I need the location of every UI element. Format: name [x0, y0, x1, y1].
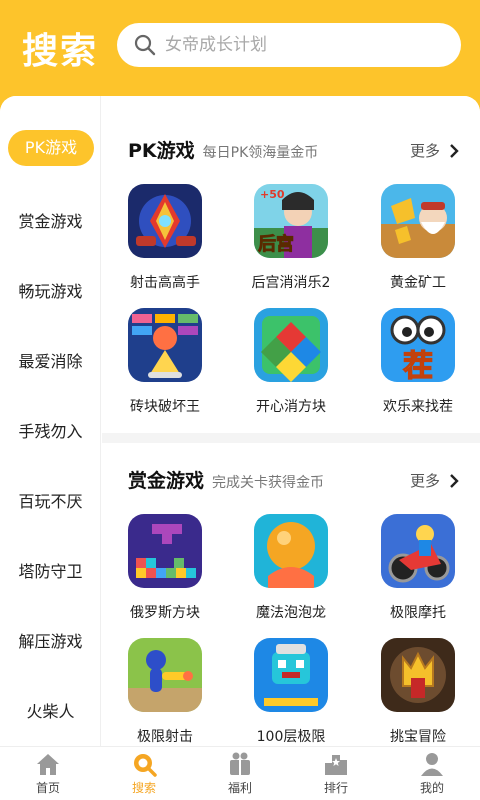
- game-name: 欢乐来找茬: [383, 399, 453, 415]
- section-header: 赏金游戏 完成关卡获得金币: [128, 466, 324, 496]
- search-icon: [134, 34, 156, 56]
- more-button[interactable]: 更多: [410, 470, 460, 491]
- game-card[interactable]: 俄罗斯方块: [110, 514, 220, 622]
- sidebar-item-tower-defense[interactable]: 塔防守卫: [0, 558, 101, 582]
- page-title: 搜索: [22, 31, 99, 72]
- game-card[interactable]: 黄金矿工: [363, 184, 473, 292]
- tab-label: 福利: [227, 781, 252, 795]
- game-name: 射击高高手: [130, 275, 200, 291]
- sidebar-item-hard[interactable]: 手残勿入: [0, 418, 101, 442]
- brick-breaker-icon: [128, 308, 202, 382]
- section-divider: [102, 433, 480, 443]
- section-title: 赏金游戏: [128, 470, 205, 492]
- sidebar-item-casual[interactable]: 畅玩游戏: [0, 278, 101, 302]
- bottom-tab-bar: 首页 搜索 福利 排行 我的: [0, 746, 480, 800]
- game-name: 开心消方块: [256, 399, 326, 415]
- tab-label: 我的: [419, 781, 444, 795]
- sidebar-item-relax[interactable]: 解压游戏: [0, 628, 101, 652]
- chevron-right-icon: [450, 473, 459, 488]
- section-subtitle: 每日PK领海量金币: [202, 145, 319, 161]
- game-card[interactable]: 开心消方块: [236, 308, 346, 416]
- tab-home[interactable]: 首页: [13, 749, 83, 796]
- tab-search[interactable]: 搜索: [109, 749, 179, 796]
- game-card[interactable]: 魔法泡泡龙: [236, 514, 346, 622]
- game-name: 魔法泡泡龙: [256, 605, 326, 621]
- game-name: 挑宝冒险: [390, 729, 446, 745]
- sidebar-item-match[interactable]: 最爱消除: [0, 348, 101, 372]
- game-name: 俄罗斯方块: [130, 605, 200, 621]
- game-name: 100层极限: [256, 729, 326, 745]
- spot-difference-glyph: 茬: [403, 349, 433, 382]
- game-card[interactable]: 100层极限: [236, 638, 346, 746]
- sidebar-item-bounty[interactable]: 赏金游戏: [0, 208, 101, 232]
- bubble-icon: [254, 514, 328, 588]
- section-header: PK游戏 每日PK领海量金币: [128, 136, 318, 166]
- section-title: PK游戏: [128, 140, 195, 162]
- tetris-icon: [128, 514, 202, 588]
- sidebar-item-stickman[interactable]: 火柴人: [0, 698, 101, 722]
- tab-ranking[interactable]: 排行: [301, 749, 371, 796]
- section-subtitle: 完成关卡获得金币: [212, 475, 325, 491]
- game-card[interactable]: 极限射击: [110, 638, 220, 746]
- game-card[interactable]: 极限摩托: [363, 514, 473, 622]
- chevron-right-icon: [450, 143, 459, 158]
- tab-label: 排行: [323, 781, 348, 795]
- search-icon: [134, 754, 157, 777]
- treasure-icon: [381, 638, 455, 712]
- game-card[interactable]: 茬 欢乐来找茬: [363, 308, 473, 416]
- game-list: PK游戏 每日PK领海量金币 更多 射击高高手 +50 后宫 后宫消消乐2 黄金…: [102, 96, 480, 746]
- more-label: 更多: [409, 142, 440, 160]
- tab-profile[interactable]: 我的: [397, 749, 467, 796]
- game-name: 黄金矿工: [390, 275, 446, 291]
- search-box[interactable]: [117, 23, 461, 67]
- more-button[interactable]: 更多: [410, 140, 460, 161]
- home-icon: [37, 754, 59, 775]
- gold-miner-icon: [381, 184, 455, 258]
- category-sidebar: PK游戏 赏金游戏 畅玩游戏 最爱消除 手残勿入 百玩不厌 塔防守卫 解压游戏 …: [0, 96, 101, 746]
- spot-difference-icon: 茬: [381, 308, 455, 382]
- palace-badge: +50: [260, 188, 285, 201]
- shooter-icon: [128, 184, 202, 258]
- main-panel: PK游戏 赏金游戏 畅玩游戏 最爱消除 手残勿入 百玩不厌 塔防守卫 解压游戏 …: [0, 96, 480, 746]
- game-name: 极限摩托: [390, 605, 446, 621]
- more-label: 更多: [409, 472, 440, 490]
- ranking-icon: [325, 755, 347, 775]
- game-card[interactable]: 挑宝冒险: [363, 638, 473, 746]
- game-card[interactable]: 砖块破坏王: [110, 308, 220, 416]
- motorbike-icon: [381, 514, 455, 588]
- hundred-floors-icon: [254, 638, 328, 712]
- game-name: 砖块破坏王: [130, 399, 200, 415]
- gift-icon: [230, 752, 250, 775]
- block-match-icon: [254, 308, 328, 382]
- sidebar-item-classic[interactable]: 百玩不厌: [0, 488, 101, 512]
- game-card[interactable]: +50 后宫 后宫消消乐2: [236, 184, 346, 292]
- tab-label: 首页: [35, 781, 60, 795]
- search-input[interactable]: [165, 35, 445, 55]
- game-card[interactable]: 射击高高手: [110, 184, 220, 292]
- tab-welfare[interactable]: 福利: [205, 749, 275, 796]
- sidebar-item-pk[interactable]: PK游戏: [8, 130, 94, 166]
- profile-icon: [421, 753, 443, 776]
- stickman-shooter-icon: [128, 638, 202, 712]
- tab-label: 搜索: [131, 781, 156, 795]
- palace-icon: +50 后宫: [254, 184, 328, 258]
- game-name: 后宫消消乐2: [251, 275, 331, 291]
- game-name: 极限射击: [137, 729, 193, 745]
- palace-title: 后宫: [258, 233, 294, 255]
